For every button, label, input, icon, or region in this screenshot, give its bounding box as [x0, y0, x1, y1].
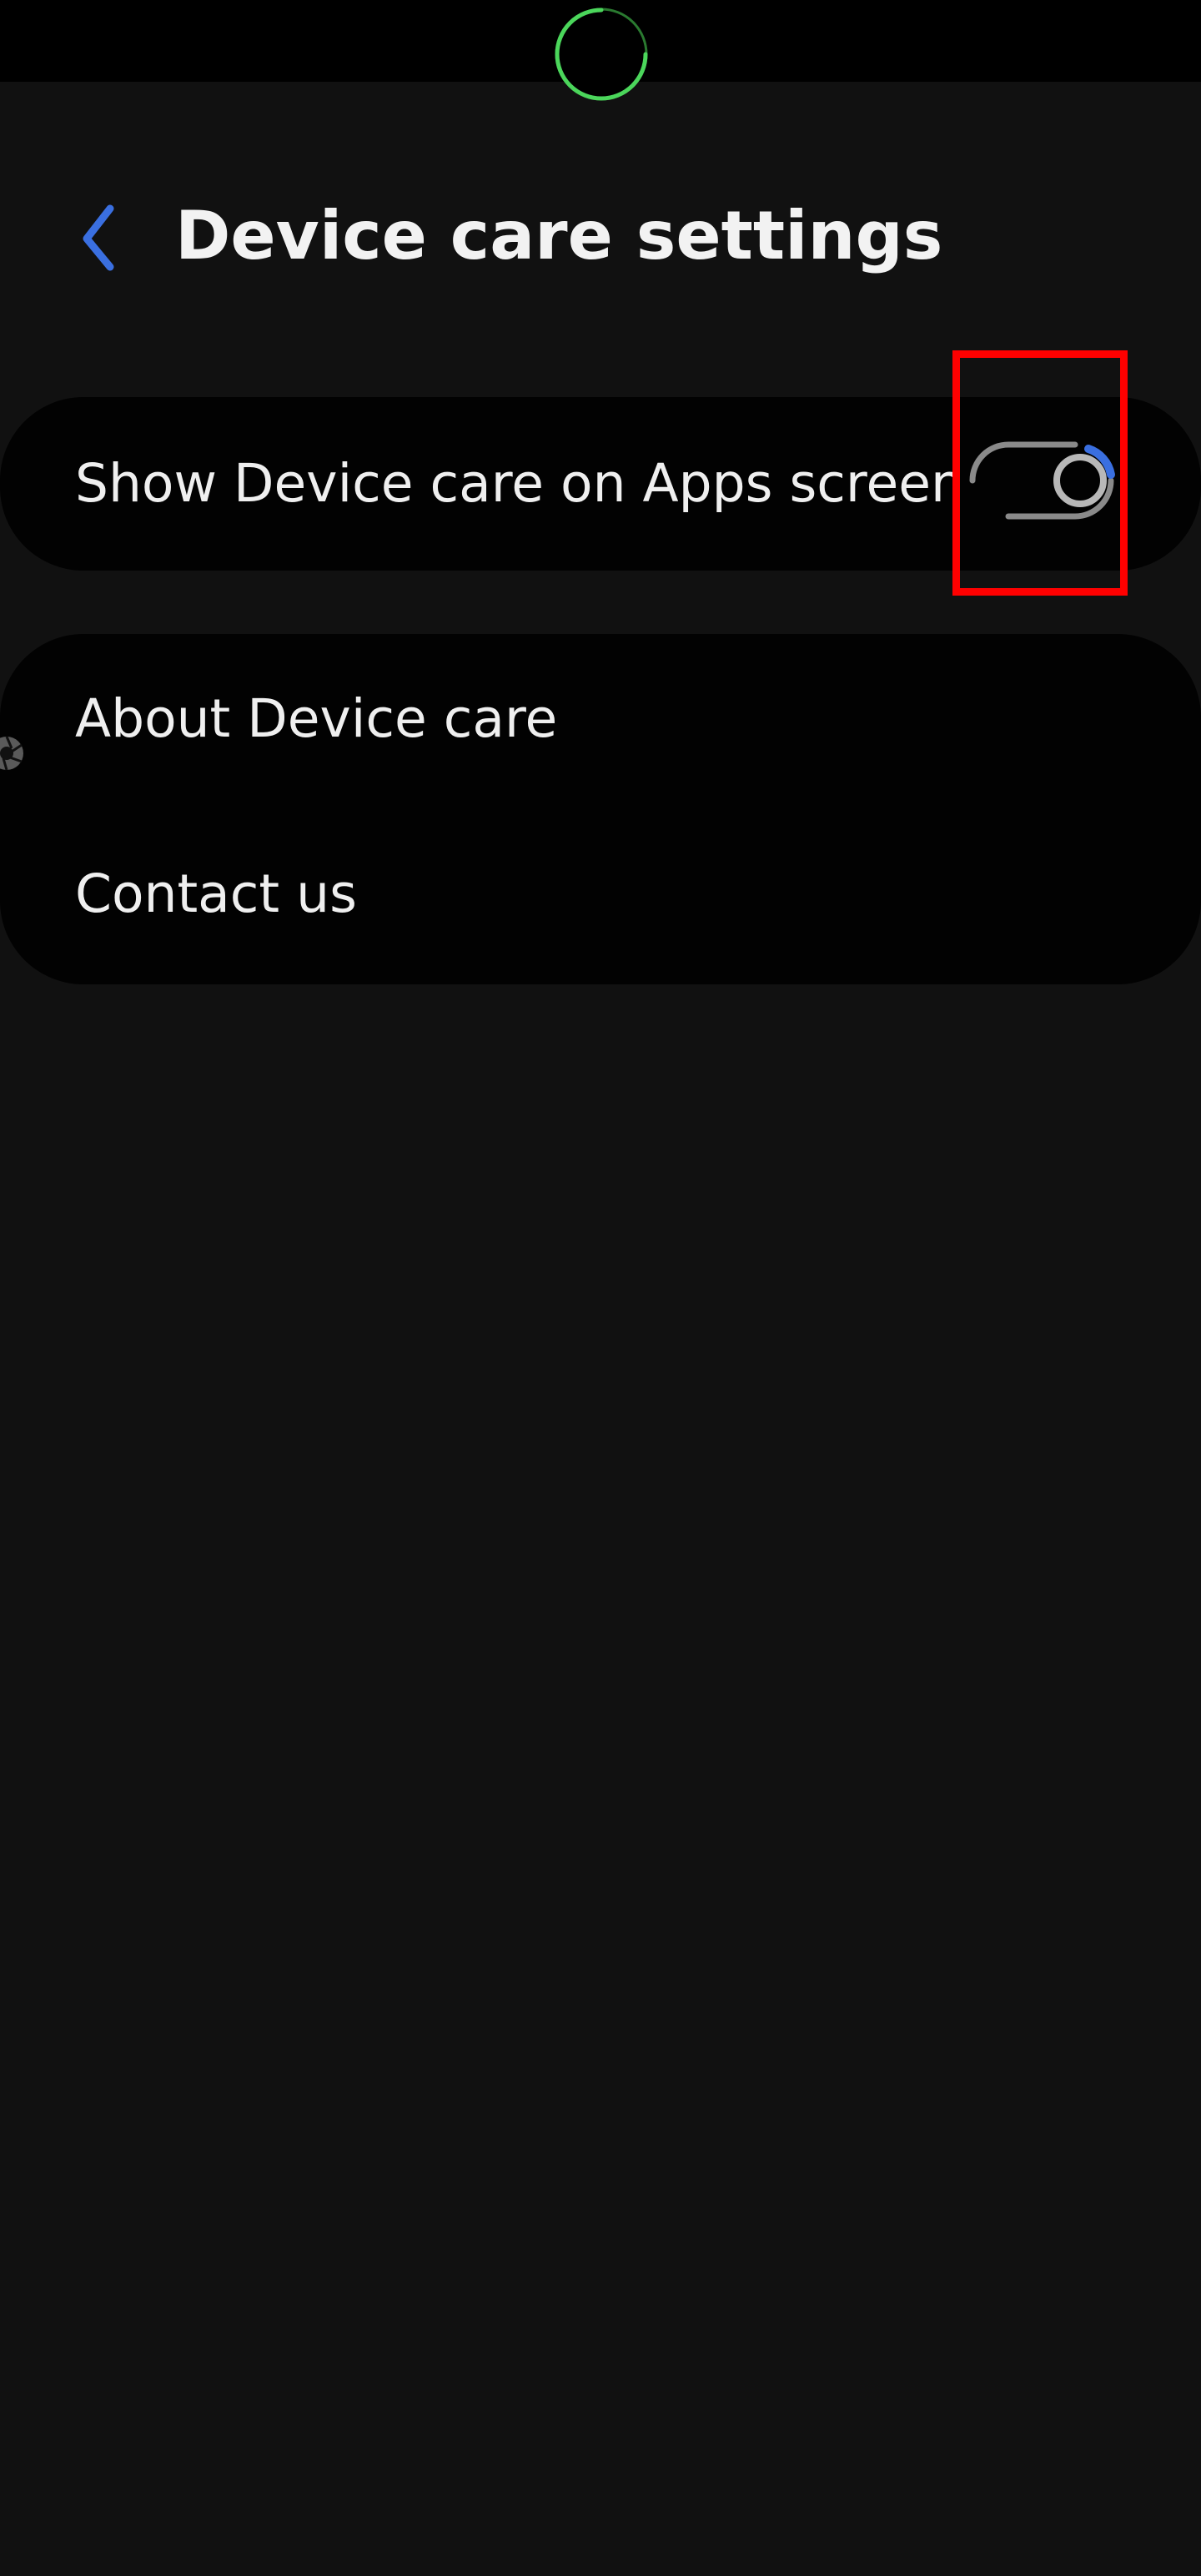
aperture-icon	[0, 736, 23, 771]
about-device-care-item[interactable]: About Device care	[0, 634, 1201, 801]
show-on-apps-screen-switch[interactable]	[967, 441, 1117, 520]
chevron-left-icon	[83, 204, 114, 271]
info-links-card: About Device care Contact us	[0, 634, 1201, 984]
highlight-box	[952, 350, 1128, 596]
contact-us-item[interactable]: Contact us	[0, 809, 1201, 976]
status-bar	[0, 0, 1201, 101]
camera-cutout-icon	[555, 8, 648, 101]
contact-us-label: Contact us	[75, 863, 357, 924]
back-button[interactable]	[60, 192, 140, 284]
about-device-care-label: About Device care	[75, 688, 558, 749]
app-header: Device care settings	[0, 167, 1201, 309]
show-on-apps-screen-label: Show Device care on Apps screen	[75, 453, 964, 514]
page-title: Device care settings	[175, 197, 943, 274]
